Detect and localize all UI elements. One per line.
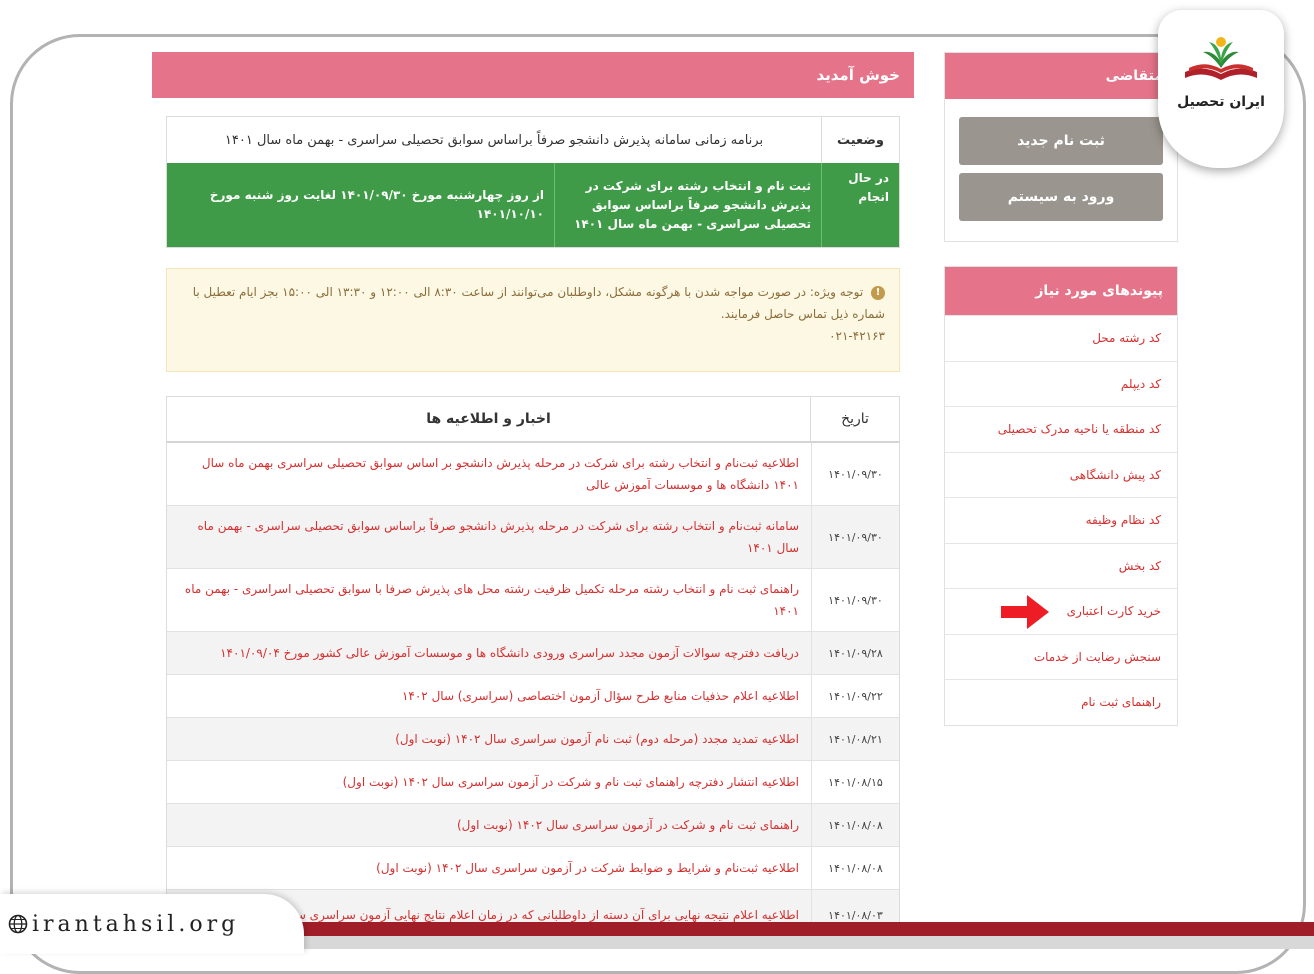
site-logo: ایران تحصیل: [1158, 10, 1284, 168]
sidebar-link[interactable]: کد نظام وظیفه: [945, 497, 1177, 543]
links-list: کد رشته محل کد دیپلم کد منطقه یا ناحیه مدر…: [945, 315, 1177, 725]
news-date: ۱۴۰۱/۰۹/۳۰: [811, 443, 899, 505]
news-row: ۱۴۰۱/۰۹/۳۰ راهنمای ثبت نام و انتخاب رشته …: [167, 569, 899, 632]
applicant-header: متقاضی: [945, 53, 1177, 99]
sidebar-link-label: کد بخش: [1118, 558, 1161, 573]
news-date: ۱۴۰۱/۰۸/۰۸: [811, 804, 899, 846]
sidebar-link[interactable]: کد پیش دانشگاهی: [945, 451, 1177, 498]
sidebar-link-label: کد منطقه یا ناحیه مدرک تحصیلی: [997, 422, 1161, 437]
sidebar-link[interactable]: کد منطقه یا ناحیه مدرک تحصیلی: [945, 406, 1177, 452]
notice-text: توجه ویژه: در صورت مواجه شدن با هرگونه م…: [192, 285, 885, 321]
site-url: irantahsil.org: [32, 911, 240, 937]
news-row: ۱۴۰۱/۰۹/۳۰ اطلاعیه ثبت‌نام و انتخاب رشته …: [167, 443, 899, 506]
news-date: ۱۴۰۱/۰۸/۲۱: [811, 718, 899, 760]
news-date: ۱۴۰۱/۰۹/۲۲: [811, 675, 899, 717]
sidebar-link-label: سنجش رضایت از خدمات: [1033, 649, 1161, 664]
news-row: ۱۴۰۱/۰۹/۲۲ اطلاعیه اعلام حذفیات منابع طرح…: [167, 675, 899, 718]
notice-alert: ! توجه ویژه: در صورت مواجه شدن با هرگونه…: [166, 268, 900, 372]
news-link[interactable]: اطلاعیه اعلام حذفیات منابع طرح سؤال آزمو…: [167, 675, 811, 717]
news-date: ۱۴۰۱/۰۸/۰۸: [811, 847, 899, 889]
news-date: ۱۴۰۱/۰۹/۳۰: [811, 506, 899, 568]
links-box: پیوندهای مورد نیاز کد رشته محل کد دیپلم کد…: [944, 266, 1178, 726]
current-step: ثبت نام و انتخاب رشته برای شرکت در پذیرش…: [554, 163, 821, 247]
program-title: برنامه زمانی سامانه پذیرش دانشجو صرفاً ب…: [224, 132, 764, 148]
news-link[interactable]: راهنمای ثبت نام و انتخاب رشته مرحله تکمی…: [167, 569, 811, 631]
sidebar-link[interactable]: کد بخش: [945, 542, 1177, 589]
sidebar-link-label: کد پیش دانشگاهی: [1069, 467, 1161, 482]
status-table: وضعیت برنامه زمانی سامانه پذیرش دانشجو ص…: [166, 116, 900, 248]
news-link[interactable]: دریافت دفترچه سوالات آزمون مجدد سراسری و…: [167, 632, 811, 674]
news-date: ۱۴۰۱/۰۸/۱۵: [811, 761, 899, 803]
news-link[interactable]: اطلاعیه ثبت‌نام و انتخاب رشته برای شرکت …: [167, 443, 811, 505]
news-header-row: تاریخ اخبار و اطلاعیه ها: [167, 397, 899, 443]
news-link[interactable]: اطلاعیه تمدید مجدد (مرحله دوم) ثبت نام آ…: [167, 718, 811, 760]
news-table: تاریخ اخبار و اطلاعیه ها ۱۴۰۱/۰۹/۳۰ اطلاع…: [166, 396, 900, 922]
book-plant-icon: [1185, 37, 1257, 80]
news-link[interactable]: راهنمای ثبت نام و شرکت در آزمون سراسری س…: [167, 804, 811, 846]
welcome-header: خوش آمدید: [152, 52, 914, 98]
sidebar-link-label: کد دیپلم: [1120, 376, 1161, 391]
news-row: ۱۴۰۱/۰۸/۰۸ اطلاعیه ثبت‌نام و شرایط و ضواب…: [167, 847, 899, 890]
news-link[interactable]: سامانه ثبت‌نام و انتخاب رشته برای شرکت د…: [167, 506, 811, 568]
news-row: ۱۴۰۱/۰۸/۲۱ اطلاعیه تمدید مجدد (مرحله دوم)…: [167, 718, 899, 761]
site-url-badge: irantahsil.org: [0, 894, 304, 954]
sidebar-link-label: راهنمای ثبت نام: [1081, 695, 1161, 710]
notice-phone: ۰۲۱-۴۲۱۶۳: [829, 329, 885, 343]
status-active-row: در حال انجام ثبت نام و انتخاب رشته برای …: [167, 163, 899, 247]
sidebar-link[interactable]: کد دیپلم: [945, 360, 1177, 407]
red-arrow-icon: [1001, 595, 1049, 629]
register-button[interactable]: ثبت نام جدید: [959, 117, 1163, 165]
sidebar-link[interactable]: سنجش رضایت از خدمات: [945, 633, 1177, 680]
applicant-box: متقاضی ثبت نام جدید ورود به سیستم: [944, 52, 1178, 242]
news-body: ۱۴۰۱/۰۹/۳۰ اطلاعیه ثبت‌نام و انتخاب رشته …: [167, 443, 899, 922]
news-column-header: اخبار و اطلاعیه ها: [426, 411, 551, 427]
date-column-header: تاریخ: [810, 397, 899, 441]
sidebar-link[interactable]: کد رشته محل: [945, 315, 1177, 361]
news-row: ۱۴۰۱/۰۸/۱۵ اطلاعیه انتشار دفترچه راهنمای …: [167, 761, 899, 804]
login-button[interactable]: ورود به سیستم: [959, 173, 1163, 221]
logo-name: ایران تحصیل: [1177, 94, 1265, 110]
current-state: در حال انجام: [821, 163, 899, 247]
sidebar-link[interactable]: راهنمای ثبت نام: [945, 679, 1177, 725]
main-panel: خوش آمدید وضعیت برنامه زمانی سامانه پذیر…: [152, 52, 914, 922]
sidebar-link[interactable]: خرید کارت اعتباری: [945, 588, 1177, 634]
globe-icon: [8, 914, 28, 934]
status-label: وضعیت: [821, 117, 899, 163]
step-period: از روز چهارشنبه مورخ ۱۴۰۱/۰۹/۳۰ لغایت رو…: [167, 163, 554, 247]
sidebar-link-label: کد نظام وظیفه: [1085, 513, 1161, 528]
status-header-row: وضعیت برنامه زمانی سامانه پذیرش دانشجو ص…: [167, 117, 899, 163]
news-date: ۱۴۰۱/۰۹/۳۰: [811, 569, 899, 631]
news-row: ۱۴۰۱/۰۸/۰۸ راهنمای ثبت نام و شرکت در آزمو…: [167, 804, 899, 847]
info-icon: !: [871, 285, 885, 300]
news-row: ۱۴۰۱/۰۹/۳۰ سامانه ثبت‌نام و انتخاب رشته ب…: [167, 506, 899, 569]
news-link[interactable]: اطلاعیه انتشار دفترچه راهنمای ثبت نام و …: [167, 761, 811, 803]
links-header: پیوندهای مورد نیاز: [945, 267, 1177, 315]
news-link[interactable]: اطلاعیه ثبت‌نام و شرایط و ضوابط شرکت در …: [167, 847, 811, 889]
news-date: ۱۴۰۱/۰۸/۰۳: [811, 890, 899, 922]
sidebar-link-label: خرید کارت اعتباری: [1066, 604, 1161, 619]
news-row: ۱۴۰۱/۰۹/۲۸ دریافت دفترچه سوالات آزمون مجد…: [167, 632, 899, 675]
news-date: ۱۴۰۱/۰۹/۲۸: [811, 632, 899, 674]
sidebar-link-label: کد رشته محل: [1092, 331, 1161, 346]
